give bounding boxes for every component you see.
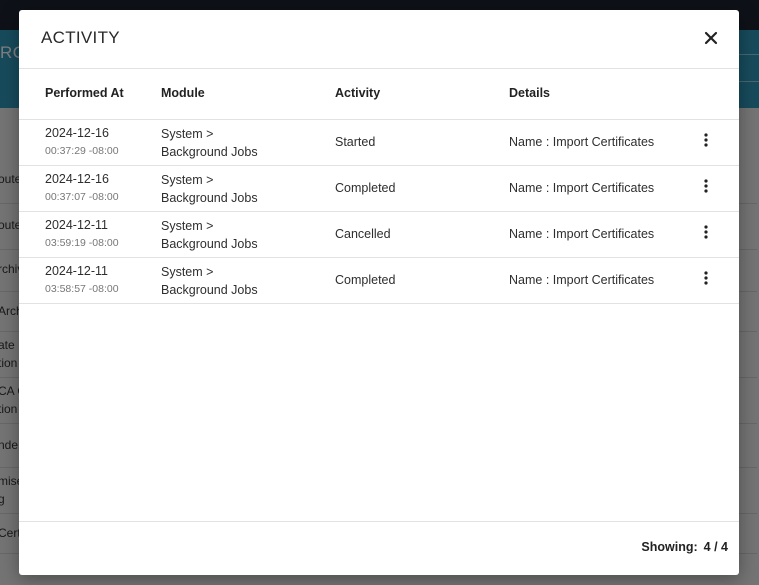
- activity-cell: Completed: [335, 273, 396, 287]
- row-actions-button[interactable]: [699, 271, 713, 289]
- table-row[interactable]: 2024-12-11 03:59:19 -08:00 System > Back…: [19, 212, 739, 258]
- module-name: Background Jobs: [161, 145, 258, 159]
- showing-value: 4 / 4: [703, 540, 728, 554]
- module-path: System >: [161, 219, 214, 233]
- module-name: Background Jobs: [161, 191, 258, 205]
- module-cell: System > Background Jobs: [161, 263, 258, 299]
- table-row[interactable]: 2024-12-16 00:37:07 -08:00 System > Back…: [19, 166, 739, 212]
- row-actions-button[interactable]: [699, 179, 713, 197]
- more-vertical-icon: [704, 271, 708, 285]
- activity-cell: Cancelled: [335, 227, 391, 241]
- performed-time: 00:37:29 -08:00: [45, 145, 119, 157]
- more-vertical-icon: [704, 179, 708, 193]
- more-vertical-icon: [704, 133, 708, 147]
- performed-time: 03:58:57 -08:00: [45, 283, 119, 295]
- close-button[interactable]: [700, 27, 722, 49]
- module-name: Background Jobs: [161, 237, 258, 251]
- module-path: System >: [161, 265, 214, 279]
- details-cell: Name : Import Certificates: [509, 227, 655, 241]
- modal-title: ACTIVITY: [41, 28, 120, 47]
- performed-date: 2024-12-16: [45, 172, 109, 186]
- column-header-activity[interactable]: Activity: [335, 86, 380, 100]
- column-header-module[interactable]: Module: [161, 86, 205, 100]
- performed-date: 2024-12-16: [45, 126, 109, 140]
- performed-date: 2024-12-11: [45, 218, 109, 232]
- performed-time: 00:37:07 -08:00: [45, 191, 119, 203]
- module-cell: System > Background Jobs: [161, 171, 258, 207]
- performed-time: 03:59:19 -08:00: [45, 237, 119, 249]
- performed-date: 2024-12-11: [45, 264, 109, 278]
- module-path: System >: [161, 173, 214, 187]
- activity-cell: Started: [335, 135, 376, 149]
- showing-label: Showing:: [641, 540, 698, 554]
- column-header-details[interactable]: Details: [509, 86, 550, 100]
- table-header: Performed At Module Activity Details: [19, 69, 739, 120]
- details-cell: Name : Import Certificates: [509, 273, 655, 287]
- activity-cell: Completed: [335, 181, 396, 195]
- row-actions-button[interactable]: [699, 133, 713, 151]
- module-cell: System > Background Jobs: [161, 125, 258, 161]
- table-row[interactable]: 2024-12-16 00:37:29 -08:00 System > Back…: [19, 120, 739, 166]
- row-actions-button[interactable]: [699, 225, 713, 243]
- details-cell: Name : Import Certificates: [509, 181, 655, 195]
- more-vertical-icon: [704, 225, 708, 239]
- column-header-performed-at[interactable]: Performed At: [45, 86, 124, 100]
- close-icon: [704, 31, 718, 45]
- module-name: Background Jobs: [161, 283, 258, 297]
- details-cell: Name : Import Certificates: [509, 135, 655, 149]
- modal-header: ACTIVITY: [19, 10, 739, 69]
- showing-count: Showing: 4 / 4: [641, 540, 728, 554]
- modal-footer: Showing: 4 / 4: [19, 521, 739, 575]
- table-row[interactable]: 2024-12-11 03:58:57 -08:00 System > Back…: [19, 258, 739, 304]
- activity-modal: ACTIVITY Performed At Module Activity De…: [19, 10, 739, 575]
- module-cell: System > Background Jobs: [161, 217, 258, 253]
- module-path: System >: [161, 127, 214, 141]
